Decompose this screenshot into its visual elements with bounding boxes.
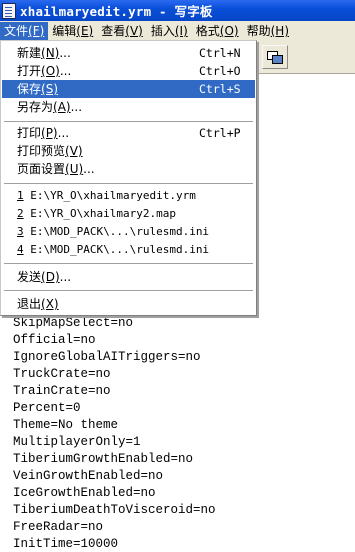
menu-edit[interactable]: 编辑(E) (48, 22, 97, 40)
recent-file-number: 4 (17, 243, 24, 256)
document-line: SkipMapSelect=no (13, 316, 134, 330)
menu-format[interactable]: 格式(O) (192, 22, 243, 40)
menu-item-save-as-ellipsis: ... (70, 100, 83, 114)
menu-separator (4, 121, 253, 122)
menu-insert[interactable]: 插入(I) (147, 22, 192, 40)
menu-item-new-mnemonic: (N) (41, 46, 60, 60)
menu-item-save-as-mnemonic: (A) (53, 100, 71, 114)
menu-item-print-preview[interactable]: 打印预览(V) (2, 142, 255, 160)
menu-item-print-shortcut: Ctrl+P (199, 126, 241, 140)
menu-item-save[interactable]: 保存(S) Ctrl+S (2, 80, 255, 98)
document-line: IceGrowthEnabled=no (13, 486, 156, 500)
menu-item-print-ellipsis: ... (57, 126, 70, 140)
menu-item-page-setup-mnemonic: (U) (65, 162, 84, 176)
menu-item-open-mnemonic: (O) (41, 64, 60, 78)
insert-object-button[interactable] (262, 45, 288, 69)
recent-file-path: E:\YR_O\xhailmary2.map (30, 207, 176, 220)
title-bar[interactable]: xhailmaryedit.yrm - 写字板 (0, 0, 355, 21)
menu-item-new[interactable]: 新建(N)... Ctrl+N (2, 44, 255, 62)
document-line: VeinGrowthEnabled=no (13, 469, 164, 483)
document-line: Percent=0 (13, 401, 81, 415)
menu-item-send-mnemonic: (D) (41, 270, 60, 284)
document-line: Official=no (13, 333, 96, 347)
menu-insert-label: 插入 (150, 24, 175, 38)
menu-help-label: 帮助 (246, 24, 271, 38)
recent-file-number: 2 (17, 207, 24, 220)
menu-view-mnemonic: (V) (125, 24, 143, 38)
menu-item-save-mnemonic: (S) (41, 82, 58, 96)
menu-file-mnemonic: (F) (28, 24, 45, 38)
menu-item-print-preview-mnemonic: (V) (65, 144, 83, 158)
menu-file[interactable]: 文件(F) (0, 22, 49, 40)
document-line: IgnoreGlobalAITriggers=no (13, 350, 201, 364)
menu-separator (4, 290, 253, 291)
document-line: TruckCrate=no (13, 367, 111, 381)
menu-item-save-shortcut: Ctrl+S (199, 82, 241, 96)
menu-item-new-label: 新建 (17, 46, 42, 60)
menu-help-mnemonic: (H) (270, 24, 289, 38)
menu-item-recent-file-3[interactable]: 3 E:\MOD_PACK\...\rulesmd.ini (2, 223, 255, 241)
recent-file-path: E:\YR_O\xhailmaryedit.yrm (30, 189, 196, 202)
menu-item-page-setup[interactable]: 页面设置(U)... (2, 160, 255, 178)
menu-format-mnemonic: (O) (219, 24, 239, 38)
recent-file-path: E:\MOD_PACK\...\rulesmd.ini (30, 243, 210, 256)
menu-item-exit-label: 退出 (17, 297, 42, 311)
insert-object-icon (266, 50, 284, 64)
menu-file-label: 文件 (4, 24, 29, 38)
menu-item-recent-file-4[interactable]: 4 E:\MOD_PACK\...\rulesmd.ini (2, 241, 255, 259)
document-text[interactable]: SkipMapSelect=no Official=no IgnoreGloba… (13, 315, 216, 552)
menu-item-send-label: 发送 (17, 270, 42, 284)
menu-item-save-label: 保存 (17, 82, 42, 96)
menu-help[interactable]: 帮助(H) (243, 22, 293, 40)
menu-item-new-ellipsis: ... (59, 46, 71, 60)
menu-item-page-setup-label: 页面设置 (17, 162, 66, 176)
menu-item-open[interactable]: 打开(O)... Ctrl+O (2, 62, 255, 80)
document-line: FreeRadar=no (13, 520, 104, 534)
menu-item-print[interactable]: 打印(P)... Ctrl+P (2, 124, 255, 142)
menu-insert-mnemonic: (I) (174, 24, 188, 38)
recent-file-path: E:\MOD_PACK\...\rulesmd.ini (30, 225, 210, 238)
menu-bar: 文件(F) 编辑(E) 查看(V) 插入(I) 格式(O) 帮助(H) (0, 21, 355, 42)
menu-item-open-shortcut: Ctrl+O (199, 64, 241, 78)
menu-item-open-label: 打开 (17, 64, 42, 78)
menu-item-save-as[interactable]: 另存为(A)... (2, 98, 255, 116)
menu-view-label: 查看 (101, 24, 126, 38)
document-line: InitTime=10000 (13, 537, 119, 551)
menu-item-print-label: 打印 (17, 126, 42, 140)
document-line: Theme=No theme (13, 418, 119, 432)
menu-item-print-preview-label: 打印预览 (17, 144, 66, 158)
file-menu-dropdown: 新建(N)... Ctrl+N 打开(O)... Ctrl+O 保存(S) Ct… (0, 40, 257, 316)
menu-item-open-ellipsis: ... (59, 64, 72, 78)
menu-edit-label: 编辑 (52, 24, 77, 38)
menu-item-page-setup-ellipsis: ... (83, 162, 95, 176)
menu-item-exit[interactable]: 退出(X) (2, 295, 255, 313)
document-line: TiberiumGrowthEnabled=no (13, 452, 194, 466)
menu-separator (4, 183, 253, 184)
menu-item-print-mnemonic: (P) (41, 126, 58, 140)
menu-item-send[interactable]: 发送(D)... (2, 268, 255, 286)
menu-item-send-ellipsis: ... (59, 270, 72, 284)
menu-item-recent-file-1[interactable]: 1 E:\YR_O\xhailmaryedit.yrm (2, 187, 255, 205)
menu-view[interactable]: 查看(V) (97, 22, 147, 40)
menu-edit-mnemonic: (E) (76, 24, 94, 38)
recent-file-number: 3 (17, 225, 24, 238)
document-line: MultiplayerOnly=1 (13, 435, 141, 449)
menu-format-label: 格式 (195, 24, 220, 38)
document-line: TiberiumDeathToVisceroid=no (13, 503, 216, 517)
recent-file-number: 1 (17, 189, 24, 202)
menu-item-recent-file-2[interactable]: 2 E:\YR_O\xhailmary2.map (2, 205, 255, 223)
document-line: TrainCrate=no (13, 384, 111, 398)
window-title: xhailmaryedit.yrm - 写字板 (20, 4, 213, 19)
menu-item-save-as-label: 另存为 (17, 100, 54, 114)
wordpad-app-icon[interactable] (2, 2, 16, 19)
menu-item-new-shortcut: Ctrl+N (199, 46, 241, 60)
menu-item-exit-mnemonic: (X) (41, 297, 59, 311)
menu-separator (4, 263, 253, 264)
